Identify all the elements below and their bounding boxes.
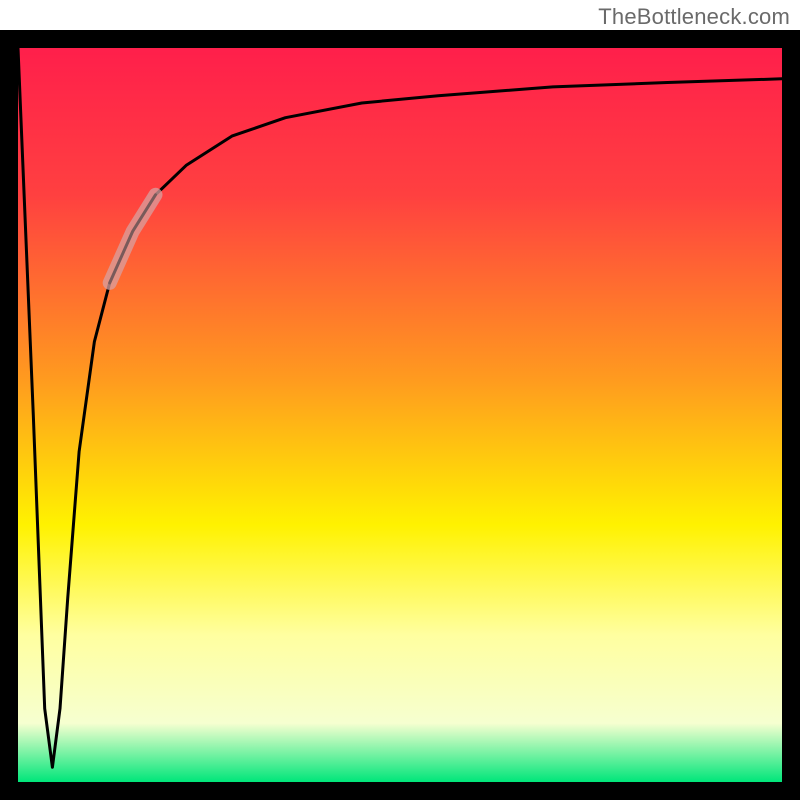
watermark-text: TheBottleneck.com	[598, 4, 790, 30]
plot-background	[18, 48, 782, 782]
plot-canvas	[0, 0, 800, 800]
chart-frame: TheBottleneck.com	[0, 0, 800, 800]
